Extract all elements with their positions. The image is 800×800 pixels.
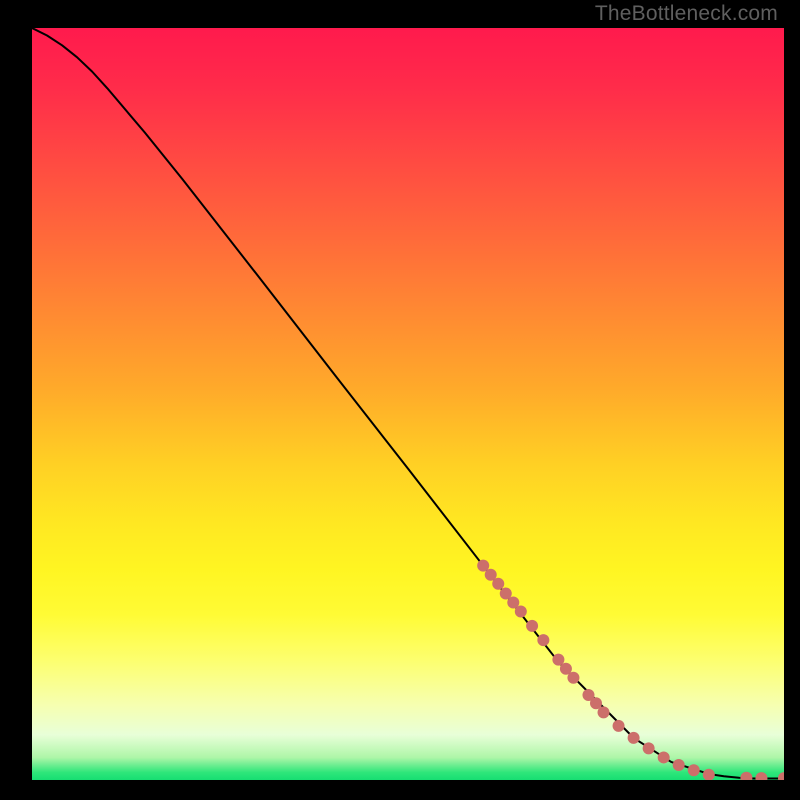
- scatter-dot: [703, 769, 715, 780]
- scatter-dot: [598, 706, 610, 718]
- scatter-dot: [515, 606, 527, 618]
- scatter-dot: [673, 759, 685, 771]
- scatter-dot: [537, 634, 549, 646]
- scatter-dot: [688, 764, 700, 776]
- scatter-dot: [492, 578, 504, 590]
- curve-layer: [32, 28, 784, 779]
- scatter-dot: [740, 772, 752, 780]
- scatter-dots-layer: [477, 560, 784, 780]
- scatter-dot: [567, 672, 579, 684]
- chart-svg: [32, 28, 784, 780]
- scatter-dot: [658, 751, 670, 763]
- scatter-dot: [613, 720, 625, 732]
- scatter-dot: [628, 732, 640, 744]
- chart-frame: TheBottleneck.com: [0, 0, 800, 800]
- scatter-dot: [643, 742, 655, 754]
- scatter-dot: [526, 620, 538, 632]
- plot-area: [32, 28, 784, 780]
- bottleneck-curve: [32, 28, 784, 779]
- scatter-dot: [778, 772, 784, 780]
- scatter-dot: [755, 772, 767, 780]
- watermark-label: TheBottleneck.com: [595, 2, 778, 26]
